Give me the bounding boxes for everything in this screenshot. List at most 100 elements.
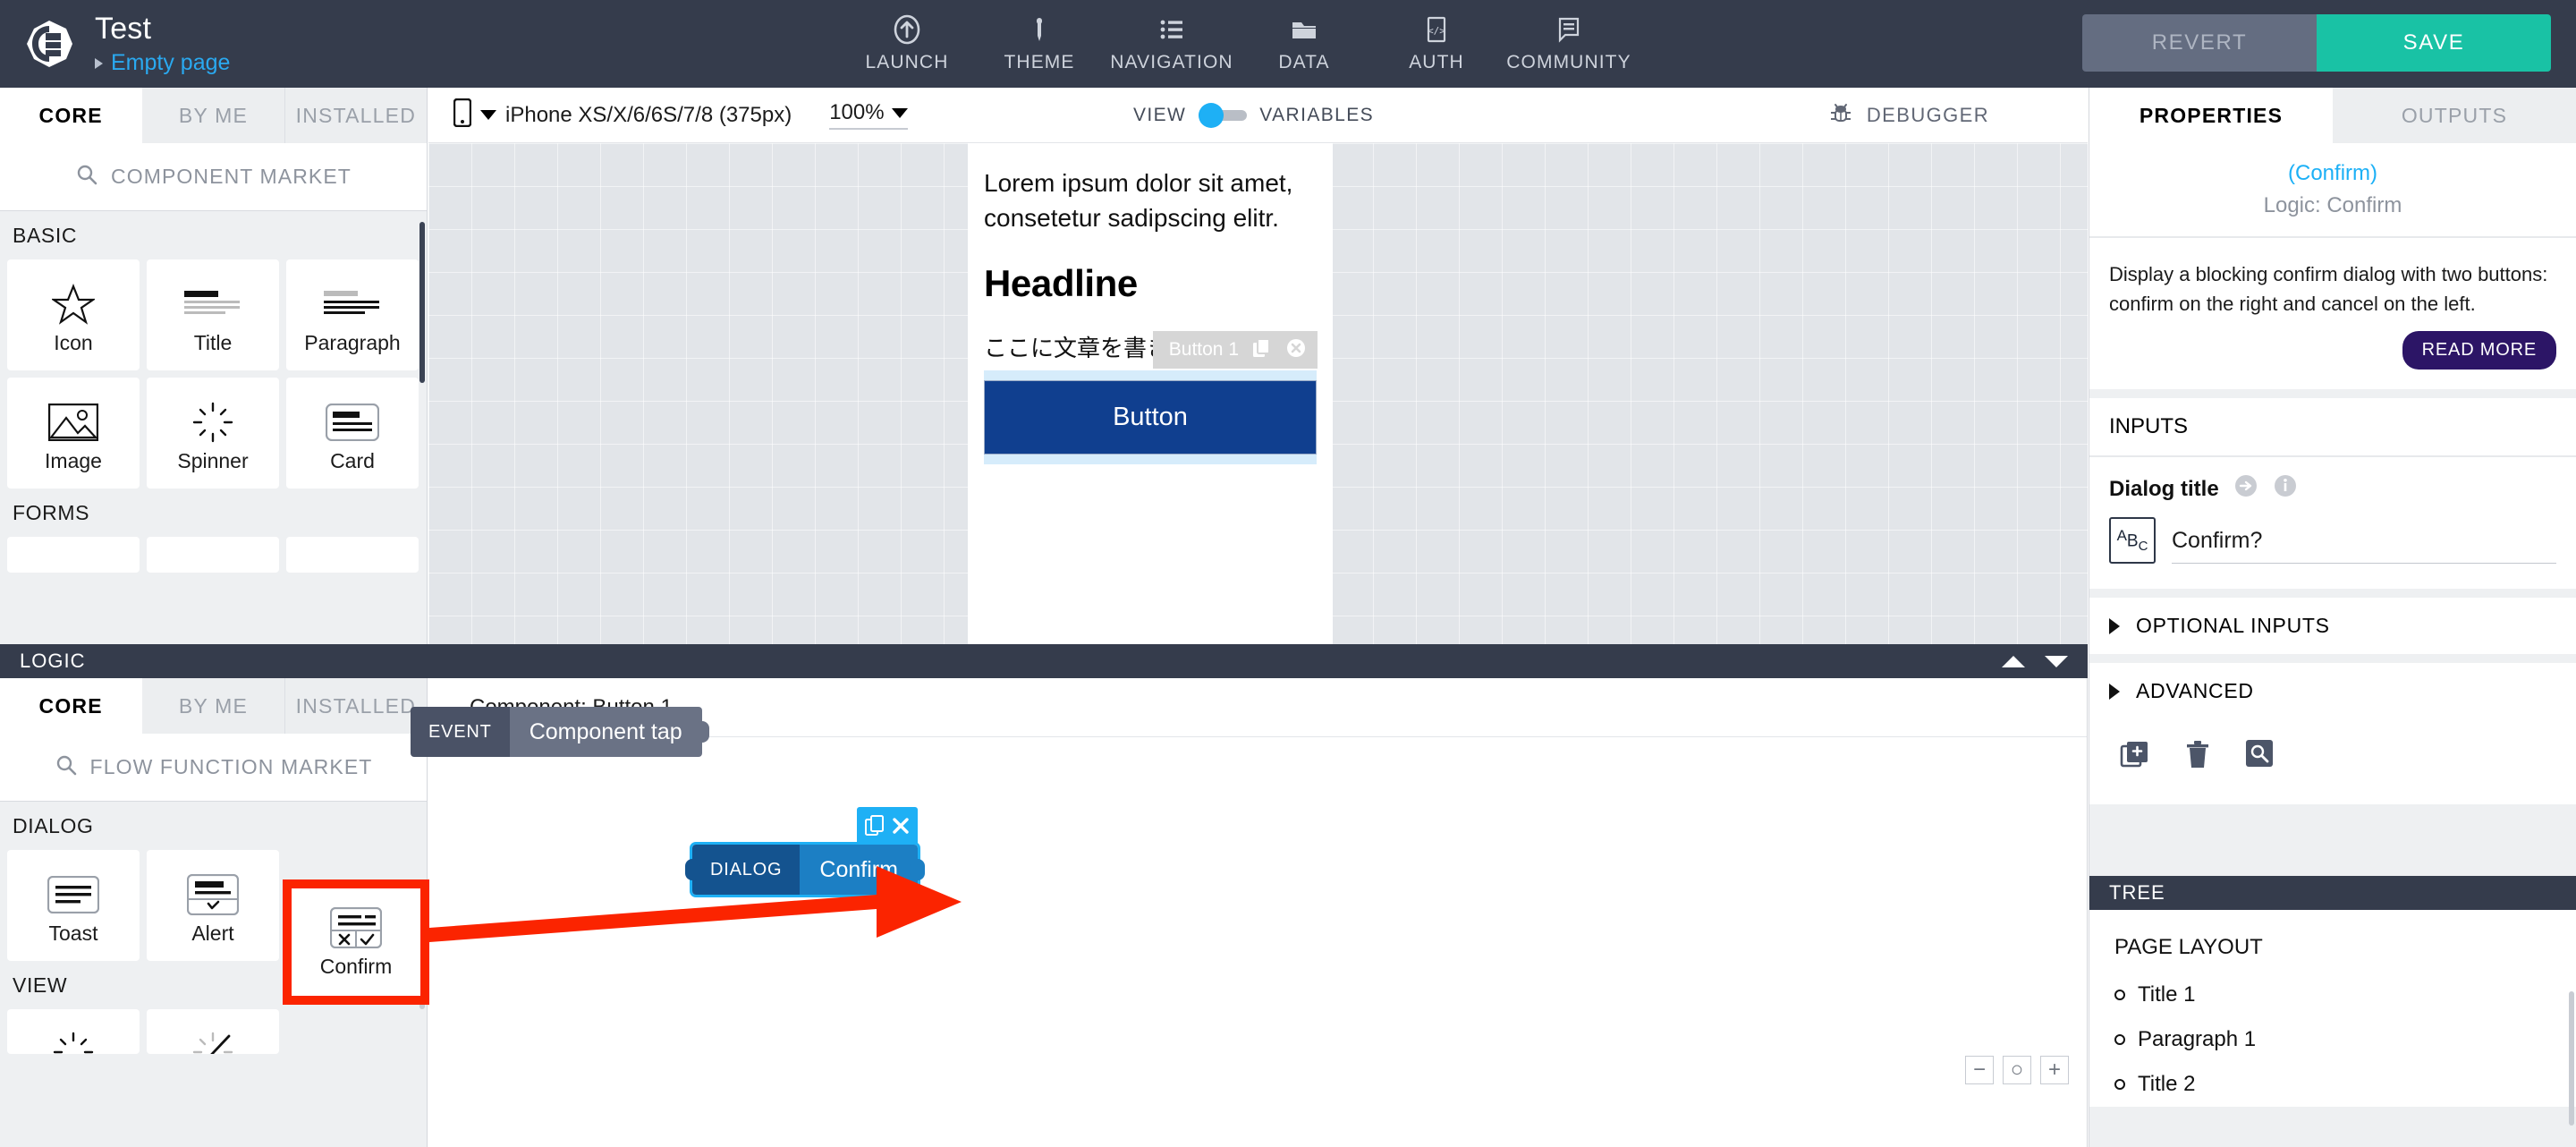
basic-row-2: Image Spinner Card (0, 378, 427, 489)
flow-function-market-search[interactable]: FLOW FUNCTION MARKET (0, 734, 427, 802)
arrow-right-circle-icon[interactable] (2233, 473, 2258, 505)
zoom-reset-button[interactable]: ○ (2003, 1056, 2031, 1084)
spacer (2089, 654, 2576, 663)
close-x-icon[interactable] (891, 816, 911, 836)
component-tile-icon[interactable]: Icon (7, 259, 140, 370)
flow-node-event-kind: EVENT (411, 707, 510, 757)
toolbar-navigation[interactable]: NAVIGATION (1106, 0, 1238, 88)
trash-icon[interactable] (2184, 739, 2211, 774)
tree-item[interactable]: Title 2 (2114, 1062, 2576, 1107)
save-button[interactable]: SAVE (2317, 14, 2551, 72)
zoom-in-button[interactable]: + (2040, 1056, 2069, 1084)
logic-tab-installed[interactable]: INSTALLED (285, 678, 427, 734)
preview-headline[interactable]: Headline (984, 262, 1317, 305)
add-copy-icon[interactable] (2120, 739, 2150, 774)
flow-node-event-output-port[interactable] (694, 721, 709, 743)
properties-tabs: PROPERTIES OUTPUTS (2089, 88, 2576, 143)
component-tile-card[interactable]: Card (286, 378, 419, 489)
phone-frame: Lorem ipsum dolor sit amet, consetetur s… (968, 143, 1333, 644)
component-tile-title-label: Title (193, 331, 233, 354)
tab-installed[interactable]: INSTALLED (285, 88, 427, 143)
bug-icon (1827, 101, 1854, 129)
brand[interactable]: Test Empty page (0, 13, 230, 74)
toolbar-community[interactable]: COMMUNITY (1503, 0, 1635, 88)
component-tile-form-3[interactable] (286, 537, 419, 573)
triangle-up-icon[interactable] (2002, 655, 2025, 667)
component-market-search[interactable]: COMPONENT MARKET (0, 143, 427, 211)
toolbar-data[interactable]: DATA (1238, 0, 1370, 88)
logic-tile-confirm[interactable]: Confirm (283, 879, 429, 1005)
phone-icon (453, 98, 472, 132)
logic-tab-by-me[interactable]: BY ME (142, 678, 285, 734)
top-buttons: REVERT SAVE (2082, 14, 2551, 72)
device-selector[interactable]: iPhone XS/X/6/6S/7/8 (375px) (428, 98, 792, 132)
zoom-out-button[interactable]: − (1965, 1056, 1994, 1084)
variables-label[interactable]: VARIABLES (1259, 105, 1374, 126)
preview-paragraph[interactable]: Lorem ipsum dolor sit amet, consetetur s… (984, 166, 1317, 235)
close-circle-icon[interactable] (1285, 337, 1307, 363)
logic-tile-confirm-label: Confirm (319, 955, 393, 978)
component-tile-title[interactable]: Title (147, 259, 279, 370)
preview-button[interactable]: Button (984, 380, 1317, 455)
component-tile-form-2[interactable] (147, 537, 279, 573)
search-box-icon[interactable] (2245, 739, 2274, 774)
zoom-selector[interactable]: 100% (829, 100, 908, 130)
accordion-advanced[interactable]: ADVANCED (2089, 663, 2576, 719)
toolbar-auth-label: AUTH (1409, 52, 1464, 72)
flow-node-event[interactable]: EVENT Component tap (411, 707, 709, 757)
input-dialog-title-label: Dialog title (2109, 476, 2219, 501)
copy-icon[interactable] (864, 814, 886, 837)
bullet-icon (2114, 990, 2125, 1000)
triangle-down-icon[interactable] (2045, 655, 2068, 667)
debugger-label: DEBUGGER (1866, 103, 1989, 126)
bullet-icon (2114, 1034, 2125, 1045)
component-tile-image[interactable]: Image (7, 378, 140, 489)
flow-node-dialog-input-port[interactable] (685, 859, 699, 880)
dialog-title-input[interactable]: Confirm? (2172, 528, 2556, 564)
toolbar-auth[interactable]: </> AUTH (1370, 0, 1503, 88)
view-row-1 (0, 1009, 427, 1054)
flow-node-dialog-output-port-2[interactable] (910, 884, 925, 905)
node-description: Display a blocking confirm dialog with t… (2109, 263, 2548, 315)
view-variables-toggle: VIEW VARIABLES (1133, 102, 1374, 128)
breadcrumb[interactable]: Empty page (95, 52, 230, 74)
view-variables-switch[interactable] (1199, 102, 1248, 128)
view-label[interactable]: VIEW (1133, 105, 1186, 126)
info-circle-icon[interactable] (2273, 473, 2298, 505)
tab-core[interactable]: CORE (0, 88, 143, 143)
component-tile-form-1[interactable] (7, 537, 140, 573)
chevron-right-icon (95, 57, 103, 69)
logic-tile-toast[interactable]: Toast (7, 850, 140, 961)
toolbar-launch[interactable]: LAUNCH (841, 0, 973, 88)
logic-tab-core[interactable]: CORE (0, 678, 143, 734)
input-dialog-title-field: ABC Confirm? (2109, 517, 2556, 564)
logic-tile-spinner-hide[interactable] (147, 1009, 279, 1054)
flow-node-dialog-output-port-1[interactable] (910, 859, 925, 880)
copy-icon[interactable] (1251, 337, 1273, 363)
tab-properties[interactable]: PROPERTIES (2089, 88, 2333, 143)
tree-item[interactable]: Title 1 (2114, 973, 2576, 1017)
read-more-button[interactable]: READ MORE (2402, 331, 2556, 370)
debugger-button[interactable]: DEBUGGER (1827, 101, 1989, 129)
right-panel-scrollbar[interactable] (2569, 991, 2574, 1126)
flow-node-event-name: Component tap (509, 707, 702, 757)
logic-tile-spinner-show[interactable] (7, 1009, 140, 1054)
flow-canvas[interactable]: EVENT Component tap DIALOG Confirm − ○ + (411, 707, 2087, 1095)
flow-node-dialog-kind: DIALOG (692, 845, 801, 895)
components-scrollbar[interactable] (419, 222, 425, 383)
type-badge-text-icon[interactable]: ABC (2109, 517, 2156, 564)
flow-node-dialog[interactable]: DIALOG Confirm (685, 807, 925, 905)
section-forms: FORMS (0, 489, 427, 537)
component-tile-spinner-label: Spinner (177, 449, 249, 472)
accordion-optional-inputs[interactable]: OPTIONAL INPUTS (2089, 598, 2576, 654)
type-badge-label: ABC (2116, 526, 2148, 555)
revert-button[interactable]: REVERT (2082, 14, 2317, 72)
tree-item[interactable]: Paragraph 1 (2114, 1017, 2576, 1062)
toolbar-theme[interactable]: THEME (973, 0, 1106, 88)
logic-tile-alert[interactable]: Alert (147, 850, 279, 961)
tab-by-me[interactable]: BY ME (142, 88, 285, 143)
search-icon (55, 753, 78, 781)
component-tile-paragraph[interactable]: Paragraph (286, 259, 419, 370)
component-tile-spinner[interactable]: Spinner (147, 378, 279, 489)
tab-outputs[interactable]: OUTPUTS (2333, 88, 2576, 143)
